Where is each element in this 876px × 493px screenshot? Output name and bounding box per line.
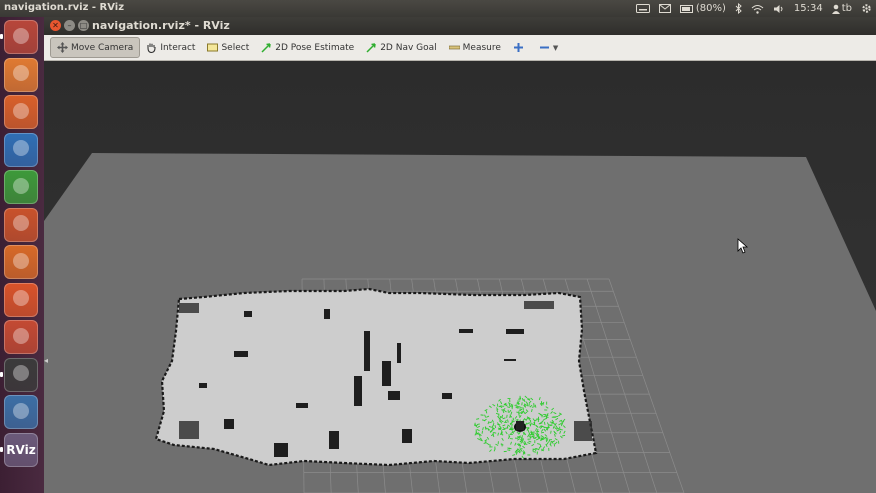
- user-menu[interactable]: tb: [831, 3, 852, 14]
- wifi-icon[interactable]: [751, 4, 764, 14]
- keyboard-icon[interactable]: [635, 4, 650, 13]
- launcher-item-ubuntu-one[interactable]: [4, 282, 38, 317]
- select-icon: [207, 43, 219, 52]
- launcher-item-system-settings[interactable]: [4, 320, 38, 354]
- software-center-icon: [8, 248, 34, 277]
- add-tool-button[interactable]: [507, 37, 533, 58]
- ubuntu-one-icon: [8, 285, 34, 314]
- impress-icon: [8, 210, 34, 239]
- bluetooth-icon[interactable]: [735, 3, 742, 14]
- maximize-button[interactable]: □: [78, 20, 89, 31]
- launcher-running-indicator: [0, 371, 3, 377]
- system-settings-icon: [8, 323, 34, 352]
- launcher-running-indicator: [0, 446, 3, 452]
- battery-icon: [679, 4, 693, 13]
- close-button[interactable]: ✕: [50, 20, 61, 31]
- user-icon: [831, 4, 840, 14]
- rviz-toolbar: Move Camera Interact Select 2D Pose Esti…: [44, 35, 876, 61]
- select-tool[interactable]: Select: [201, 37, 255, 58]
- volume-icon[interactable]: [773, 4, 785, 14]
- move-camera-label: Move Camera: [71, 42, 134, 53]
- launcher-item-python[interactable]: [4, 395, 38, 429]
- mail-icon[interactable]: [658, 4, 671, 13]
- gear-icon[interactable]: [861, 3, 872, 14]
- battery-percent: (80%): [695, 3, 726, 14]
- launcher-running-indicator: [0, 34, 3, 39]
- interact-tool[interactable]: Interact: [140, 37, 201, 58]
- ruler-icon: [448, 45, 460, 50]
- hand-icon: [147, 43, 156, 53]
- move-camera-icon: [57, 42, 68, 53]
- terminal-icon: [8, 360, 34, 389]
- user-name: tb: [841, 3, 852, 14]
- window-title: navigation.rviz* - RViz: [92, 19, 230, 32]
- writer-icon: [8, 135, 34, 164]
- measure-label: Measure: [462, 42, 501, 53]
- move-camera-tool[interactable]: Move Camera: [50, 37, 141, 58]
- minimize-button[interactable]: –: [64, 20, 75, 31]
- launcher-item-calc[interactable]: [4, 170, 38, 204]
- calc-icon: [8, 173, 34, 202]
- plus-icon: [513, 43, 523, 52]
- launcher-item-files[interactable]: [4, 57, 38, 92]
- interact-label: Interact: [160, 42, 196, 53]
- launcher-item-terminal[interactable]: [4, 357, 38, 392]
- green-arrow-icon: [366, 43, 376, 53]
- 3d-viewport[interactable]: [44, 61, 876, 493]
- launcher-item-rviz[interactable]: RViz: [4, 432, 38, 467]
- launcher-item-firefox[interactable]: [4, 95, 38, 129]
- pose-estimate-tool[interactable]: 2D Pose Estimate: [255, 37, 360, 58]
- launcher-item-impress[interactable]: [4, 207, 38, 242]
- indicator-area: (80%) 15:34 tb: [635, 1, 872, 16]
- measure-tool[interactable]: Measure: [443, 37, 507, 58]
- occupancy-map: [154, 287, 598, 467]
- window-titlebar: ✕ – □ navigation.rviz* - RViz: [44, 17, 876, 35]
- launcher-item-software-center[interactable]: [4, 245, 38, 279]
- battery-indicator[interactable]: (80%): [679, 3, 726, 14]
- remove-tool-button[interactable]: ▼: [533, 37, 564, 58]
- nav-goal-tool[interactable]: 2D Nav Goal: [360, 37, 442, 58]
- panel-collapse-handle[interactable]: ◂: [44, 356, 52, 368]
- clock[interactable]: 15:34: [794, 3, 823, 14]
- chevron-down-icon[interactable]: ▼: [553, 44, 558, 52]
- nav-goal-label: 2D Nav Goal: [380, 42, 437, 53]
- rviz-icon: RViz: [6, 442, 36, 457]
- files-icon: [8, 60, 34, 89]
- scene: [44, 61, 876, 493]
- pose-estimate-label: 2D Pose Estimate: [275, 42, 355, 53]
- app-title: navigation.rviz - RViz: [4, 2, 125, 13]
- launcher-item-dash[interactable]: [4, 20, 38, 54]
- minus-icon: [539, 46, 549, 49]
- top-panel: navigation.rviz - RViz (80%) 15:34 tb: [0, 0, 876, 17]
- dash-icon: [8, 23, 34, 52]
- launcher: RViz: [0, 17, 45, 493]
- select-label: Select: [221, 42, 250, 53]
- launcher-item-writer[interactable]: [4, 132, 38, 167]
- python-icon: [8, 398, 34, 427]
- green-arrow-icon: [261, 43, 271, 53]
- firefox-icon: [8, 98, 34, 127]
